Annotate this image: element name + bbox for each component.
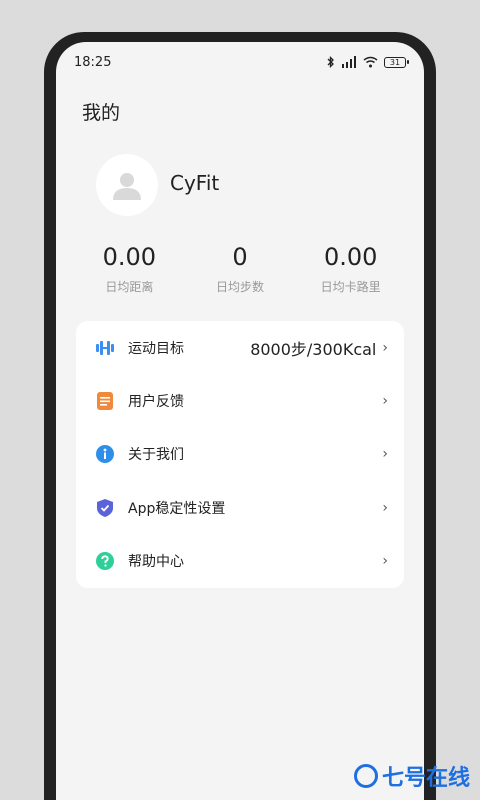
username[interactable]: CyFit xyxy=(170,171,219,195)
chevron-right-icon: › xyxy=(382,553,388,570)
battery-level: 31 xyxy=(389,57,401,67)
shield-icon xyxy=(96,498,114,517)
stat-distance: 0.00 日均距离 xyxy=(74,242,185,295)
app-screen: 18:25 31 我的 CyFit 0.00 日均距离 0 日均步数 0.00 … xyxy=(56,42,424,800)
dumbbell-icon xyxy=(96,339,114,357)
wifi-icon xyxy=(363,56,378,68)
menu-item-exercise-goal[interactable]: 运动目标 8000步/300Kcal › xyxy=(76,321,404,374)
menu-item-stability-settings[interactable]: App稳定性设置 › xyxy=(76,481,404,534)
avatar[interactable] xyxy=(96,154,158,216)
stat-steps: 0 日均步数 xyxy=(185,242,296,295)
stat-label: 日均距离 xyxy=(105,280,154,294)
status-bar: 18:25 31 xyxy=(74,52,409,72)
bluetooth-icon xyxy=(327,56,334,68)
menu-label: 帮助中心 xyxy=(128,554,184,571)
watermark-logo-icon xyxy=(353,764,378,788)
status-icons: 31 xyxy=(327,56,409,68)
status-time: 18:25 xyxy=(74,54,112,70)
info-icon xyxy=(96,445,114,464)
menu-item-feedback[interactable]: 用户反馈 › xyxy=(76,374,404,427)
stat-label: 日均卡路里 xyxy=(320,280,381,294)
help-icon xyxy=(96,552,114,571)
stat-label: 日均步数 xyxy=(216,280,265,294)
battery-icon: 31 xyxy=(384,56,409,68)
menu-label: 运动目标 xyxy=(128,340,184,357)
settings-menu: 运动目标 8000步/300Kcal › 用户反馈 › 关于我们 › App稳定… xyxy=(76,321,404,588)
menu-item-help-center[interactable]: 帮助中心 › xyxy=(76,535,404,588)
watermark-text: 七号在线 xyxy=(381,766,470,791)
menu-label: 关于我们 xyxy=(128,447,184,464)
page-title: 我的 xyxy=(82,102,121,124)
user-placeholder-icon xyxy=(113,173,141,200)
menu-value: 8000步/300Kcal xyxy=(250,339,377,359)
menu-label: 用户反馈 xyxy=(128,394,184,411)
stat-value: 0.00 xyxy=(323,243,378,271)
stats-row: 0.00 日均距离 0 日均步数 0.00 日均卡路里 xyxy=(74,242,406,295)
menu-item-about[interactable]: 关于我们 › xyxy=(76,428,404,481)
chevron-right-icon: › xyxy=(382,393,388,410)
stat-value: 0 xyxy=(232,243,248,271)
menu-label: App稳定性设置 xyxy=(128,500,226,517)
chevron-right-icon: › xyxy=(382,499,388,516)
stat-value: 0.00 xyxy=(102,243,157,271)
signal-icon xyxy=(342,56,356,68)
chevron-right-icon: › xyxy=(382,339,388,356)
site-watermark: 七号在线 xyxy=(353,760,470,792)
feedback-icon xyxy=(96,392,114,411)
stat-calories: 0.00 日均卡路里 xyxy=(295,242,406,295)
chevron-right-icon: › xyxy=(382,446,388,463)
